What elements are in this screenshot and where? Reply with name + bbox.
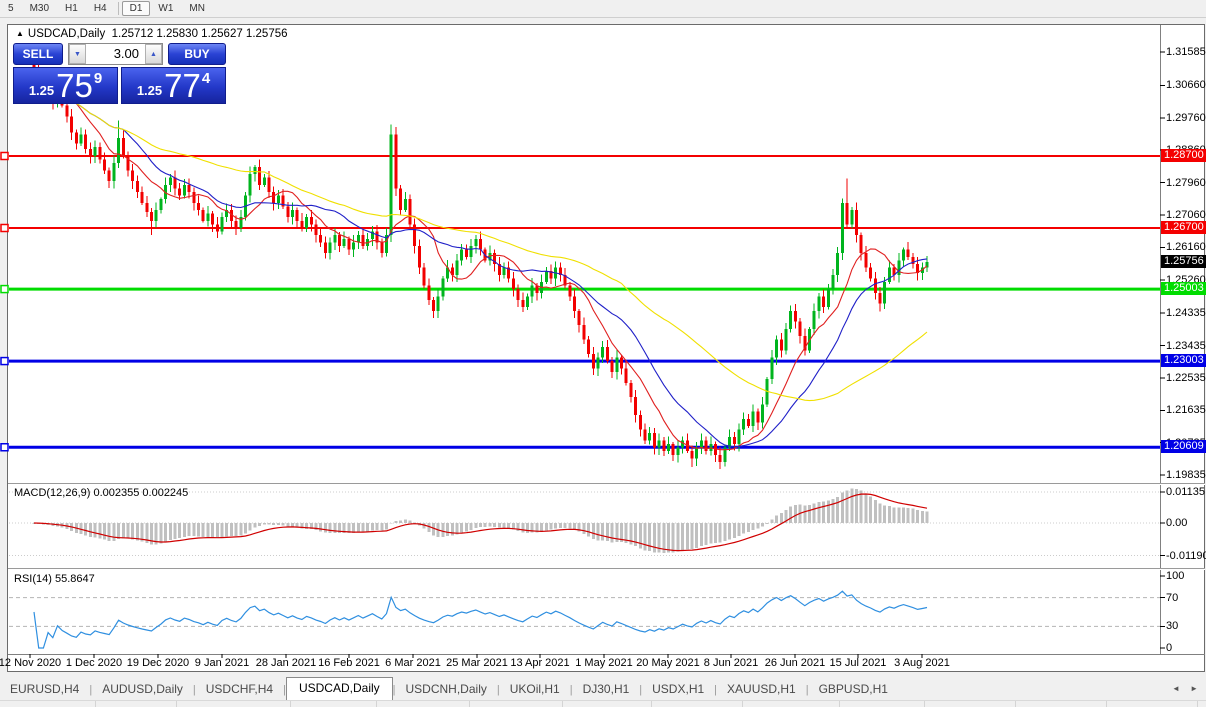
- status-cell: [291, 701, 377, 707]
- sell-quote[interactable]: 1.25 75 9: [13, 67, 118, 104]
- macd-pane: [9, 488, 1160, 557]
- one-click-trade-panel: SELL ▼ 3.00 ▲ BUY 1.25 75 9 1.25 77 4: [13, 43, 226, 104]
- sell-price-big: 75: [56, 67, 93, 104]
- symbol-tab-bar: EURUSD,H4 | AUDUSD,Daily | USDCHF,H4 | USDCAD,…: [0, 676, 1206, 700]
- tab-dj30-h1[interactable]: DJ30,H1: [573, 679, 640, 700]
- tab-xauusd-h1[interactable]: XAUUSD,H1: [717, 679, 806, 700]
- status-bar: [0, 700, 1206, 707]
- chart-frame: [8, 25, 1205, 658]
- buy-price-big: 77: [164, 67, 201, 104]
- tab-usdcnh-daily[interactable]: USDCNH,Daily: [396, 679, 497, 700]
- status-cell: [96, 701, 177, 707]
- buy-quote[interactable]: 1.25 77 4: [121, 67, 226, 104]
- volume-increase-icon[interactable]: ▲: [145, 44, 162, 64]
- buy-button[interactable]: BUY: [168, 43, 226, 65]
- volume-decrease-icon[interactable]: ▼: [69, 44, 86, 64]
- chart-graphics: [0, 25, 1205, 658]
- trading-app-window: 5 M30 H1 H4 D1 W1 MN ▲ USDCAD,Daily 1.25712 1.2…: [0, 0, 1206, 707]
- tab-eurusd-h4[interactable]: EURUSD,H4: [0, 679, 89, 700]
- volume-stepper: ▼ 3.00 ▲: [68, 43, 163, 65]
- sell-price-prefix: 1.25: [28, 83, 55, 98]
- status-cell: [840, 701, 925, 707]
- status-cell: [377, 701, 470, 707]
- status-cell: [743, 701, 840, 707]
- tab-audusd-daily[interactable]: AUDUSD,Daily: [92, 679, 193, 700]
- status-cell: [563, 701, 652, 707]
- moving-average-lines: [33, 74, 928, 451]
- tab-usdx-h1[interactable]: USDX,H1: [642, 679, 714, 700]
- status-cell: [1016, 701, 1107, 707]
- sell-price-pip: 9: [93, 70, 103, 87]
- volume-input[interactable]: 3.00: [86, 44, 145, 64]
- status-cell: [1107, 701, 1198, 707]
- buy-price-pip: 4: [201, 70, 211, 87]
- status-cell: [470, 701, 563, 707]
- tab-usdchf-h4[interactable]: USDCHF,H4: [196, 679, 283, 700]
- sell-button[interactable]: SELL: [13, 43, 63, 65]
- rsi-pane: [9, 590, 1160, 649]
- tab-scroll-arrows[interactable]: ◄ ►: [1172, 684, 1202, 693]
- tab-gbpusd-h1[interactable]: GBPUSD,H1: [809, 679, 898, 700]
- status-cell: [925, 701, 1016, 707]
- status-cell: [177, 701, 291, 707]
- tab-usdcad-daily[interactable]: USDCAD,Daily: [285, 677, 393, 700]
- status-cell: [0, 701, 96, 707]
- buy-price-prefix: 1.25: [136, 83, 163, 98]
- status-cell: [652, 701, 743, 707]
- tab-ukoil-h1[interactable]: UKOil,H1: [500, 679, 570, 700]
